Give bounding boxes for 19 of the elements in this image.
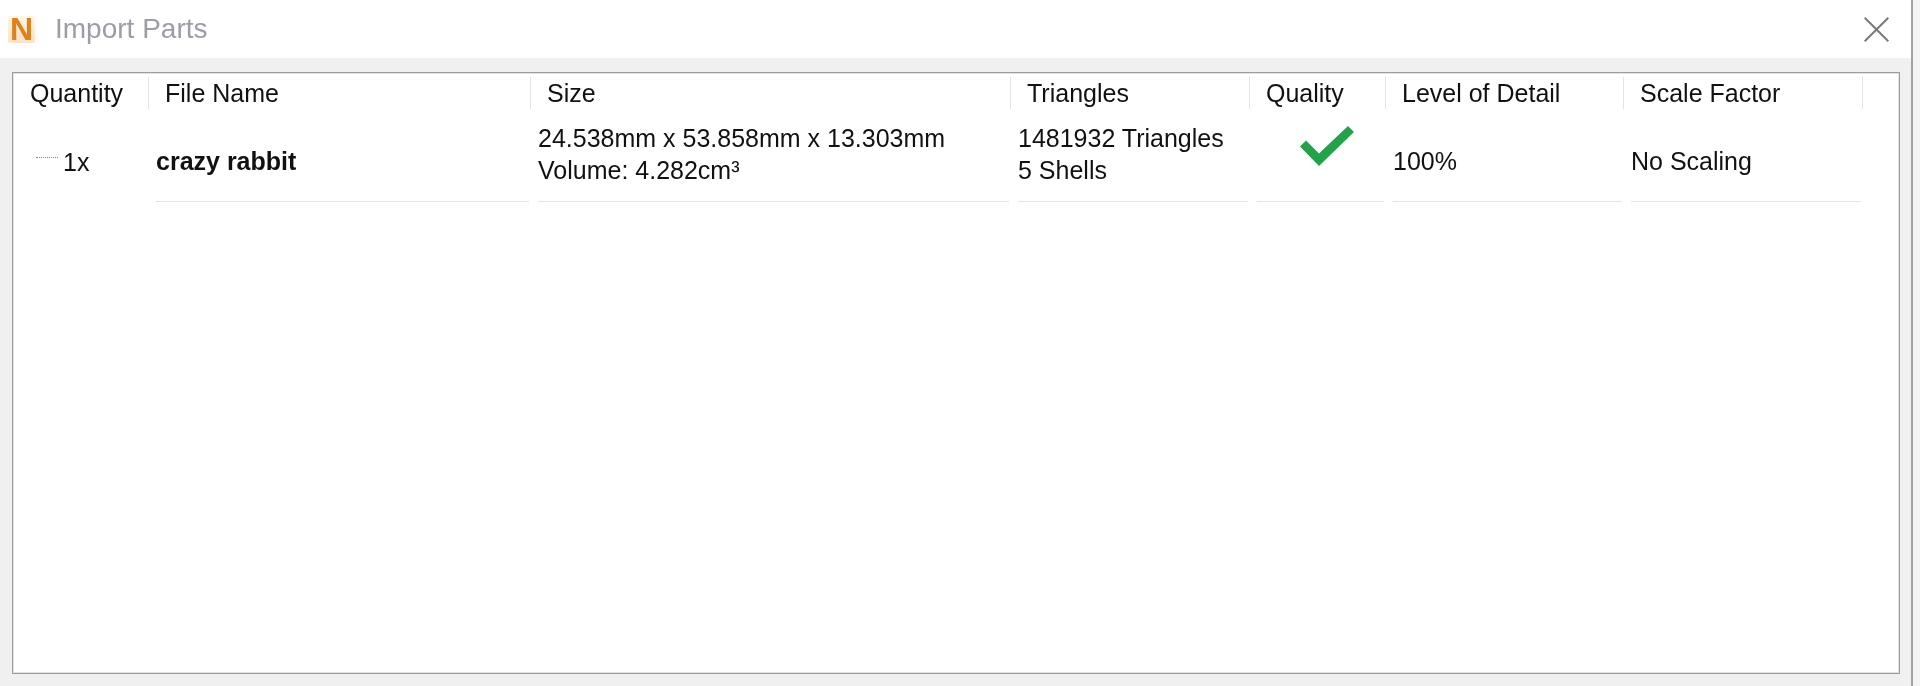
window-title: Import Parts [55,13,208,45]
tree-connector-icon [36,156,58,158]
column-header[interactable]: Scale Factor [1624,77,1863,109]
close-icon [1863,16,1889,42]
column-header[interactable]: File Name [149,77,531,109]
column-header[interactable]: Quantity [14,77,149,109]
file-name: crazy rabbit [156,146,298,177]
size-text: Volume: 4.282cm³ [538,155,741,186]
size-text: 24.538mm x 53.858mm x 13.303mm [538,123,947,154]
quantity-text: 1x [63,146,90,178]
column-header[interactable]: Triangles [1011,77,1250,109]
column-header[interactable]: Quality [1250,77,1386,109]
detail-level-text: 100% [1393,146,1458,177]
column-header[interactable]: Size [531,77,1011,109]
triangles-text: 1481932 Triangles [1018,123,1225,154]
app-logo: N [8,15,35,43]
scale-factor-text: No Scaling [1631,146,1753,177]
triangles-text: 5 Shells [1018,155,1108,186]
column-header[interactable]: Level of Detail [1386,77,1624,109]
